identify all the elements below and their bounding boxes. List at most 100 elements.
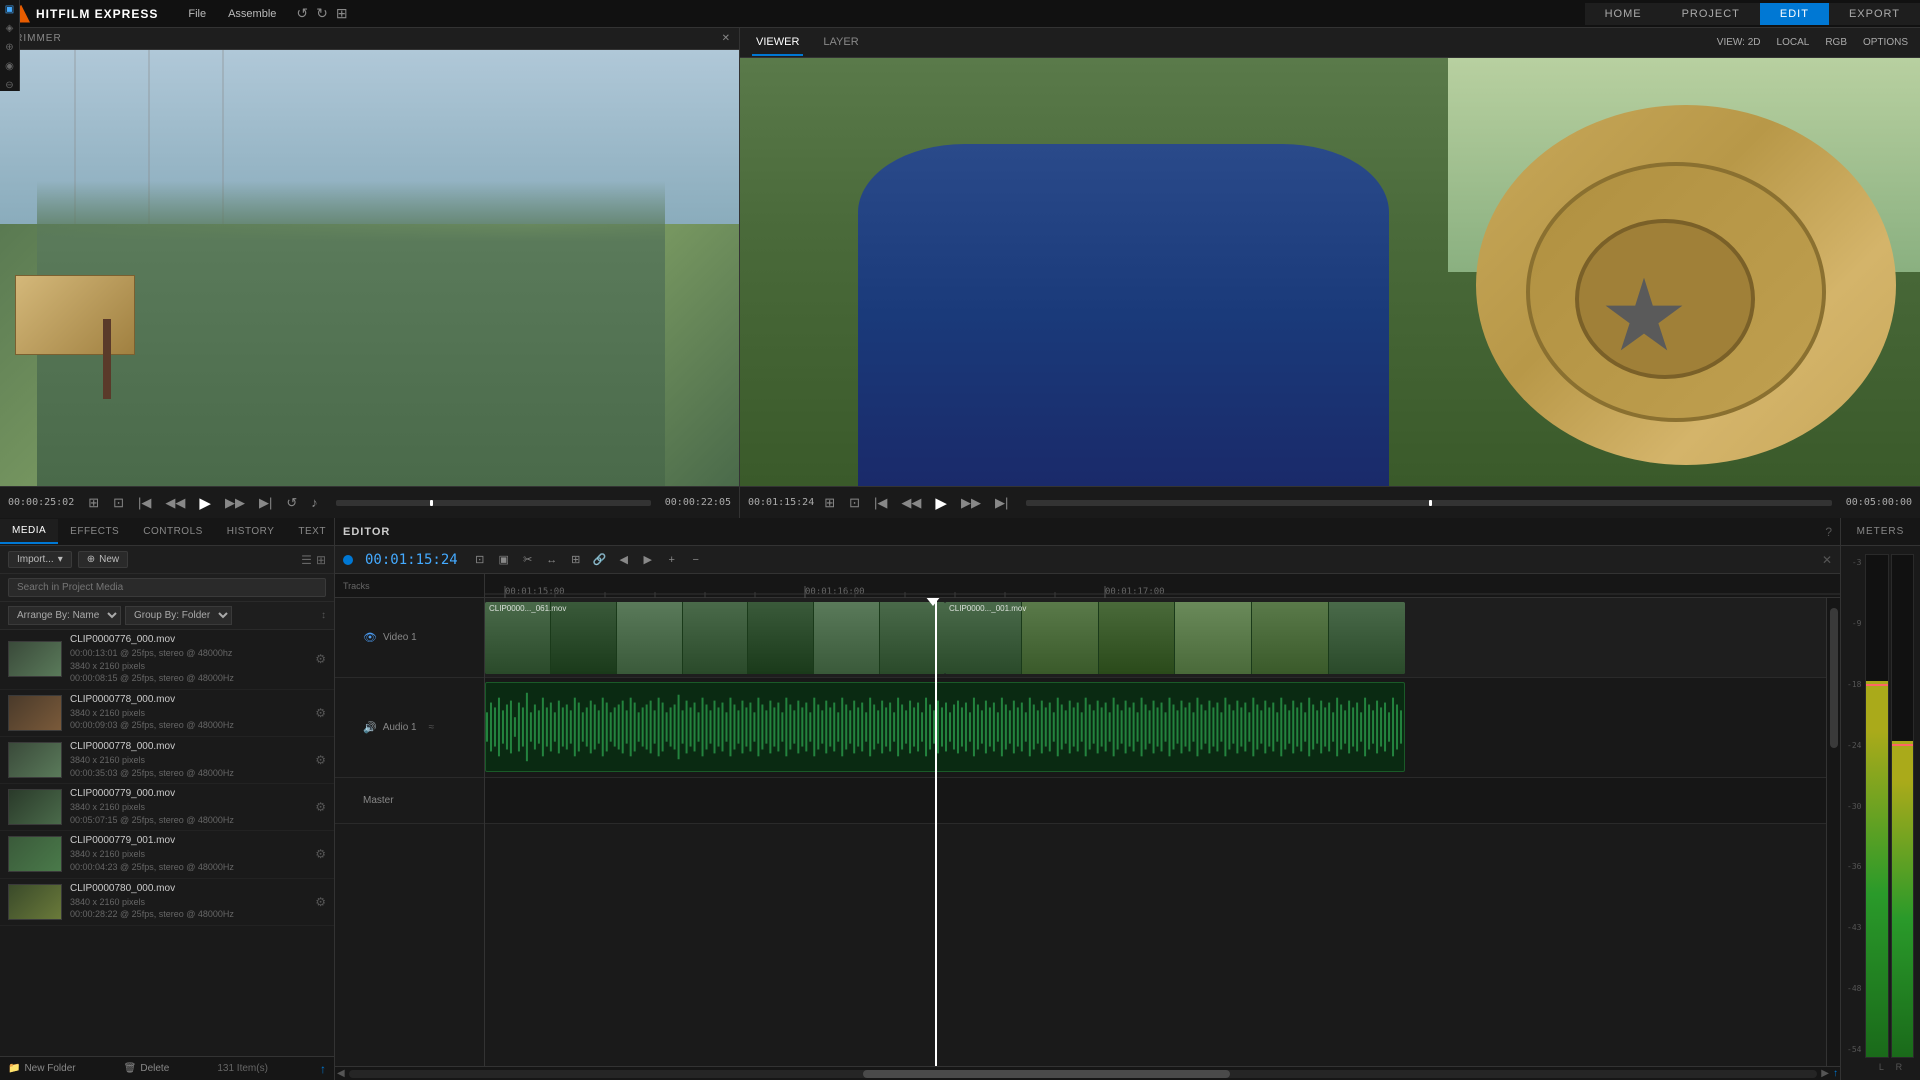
media-settings-icon[interactable]: ⚙ <box>315 706 326 720</box>
video-clip-1[interactable]: CLIP0000..._061.mov <box>485 602 945 674</box>
media-settings-icon[interactable]: ⚙ <box>315 652 326 666</box>
video-visibility-icon[interactable]: 👁 <box>363 631 377 644</box>
h-scroll-track[interactable] <box>349 1070 1818 1078</box>
media-meta: 00:00:28:22 @ 25fps, stereo @ 48000Hz <box>70 908 307 921</box>
new-folder-button[interactable]: 📁 New Folder <box>8 1063 76 1074</box>
media-settings-icon[interactable]: ⚙ <box>315 895 326 909</box>
tool-next[interactable]: ▶ <box>638 550 658 570</box>
search-input[interactable] <box>8 578 326 597</box>
tool-remove[interactable]: − <box>686 550 706 570</box>
tool-add[interactable]: + <box>662 550 682 570</box>
list-item[interactable]: CLIP0000779_000.mov 3840 x 2160 pixels 0… <box>0 784 334 831</box>
audio-track-row[interactable] <box>485 678 1826 778</box>
list-view-btn[interactable]: ☰ <box>301 553 312 567</box>
nav-home[interactable]: HOME <box>1585 3 1662 25</box>
delete-button[interactable]: 🗑 Delete <box>124 1063 170 1074</box>
playhead-head <box>925 598 941 606</box>
viewer-go-start[interactable]: |◀ <box>870 493 891 513</box>
tab-viewer[interactable]: VIEWER <box>752 30 803 56</box>
video-track-row[interactable]: CLIP0000..._061.mov <box>485 598 1826 678</box>
prev-frame-btn[interactable]: ◀◀ <box>161 493 189 513</box>
tab-layer[interactable]: LAYER <box>819 30 862 56</box>
nav-project[interactable]: PROJECT <box>1662 3 1760 25</box>
view-mode-dropdown[interactable]: VIEW: 2D <box>1717 37 1761 48</box>
sort-icon[interactable]: ↕ <box>321 610 326 621</box>
record-indicator <box>343 555 353 565</box>
menu-file[interactable]: File <box>178 4 216 24</box>
scroll-right-btn[interactable]: ▶ <box>1821 1068 1829 1079</box>
tab-history[interactable]: HISTORY <box>215 520 287 543</box>
play-btn[interactable]: ▶ <box>195 492 215 514</box>
options-dropdown[interactable]: OPTIONS <box>1863 37 1908 48</box>
tab-controls[interactable]: CONTROLS <box>131 520 215 543</box>
editor-settings-icon[interactable]: ? <box>1825 525 1832 539</box>
v-scrollbar[interactable] <box>1826 598 1840 1066</box>
viewer-out-btn[interactable]: ⊡ <box>845 493 864 513</box>
tool-link[interactable]: 🔗 <box>590 550 610 570</box>
nav-export[interactable]: EXPORT <box>1829 3 1920 25</box>
list-item[interactable]: CLIP0000776_000.mov 00:00:13:01 @ 25fps,… <box>0 630 334 690</box>
list-item[interactable]: CLIP0000780_000.mov 3840 x 2160 pixels 0… <box>0 879 334 926</box>
loop-btn[interactable]: ↺ <box>282 493 301 513</box>
media-list: CLIP0000776_000.mov 00:00:13:01 @ 25fps,… <box>0 630 334 1056</box>
scroll-left-btn[interactable]: ◀ <box>337 1068 345 1079</box>
nav-edit[interactable]: EDIT <box>1760 3 1829 25</box>
rgb-dropdown[interactable]: RGB <box>1825 37 1847 48</box>
audio-expand-icon[interactable]: ≈ <box>429 722 435 733</box>
arrange-select[interactable]: Arrange By: Name <box>8 606 121 625</box>
in-point-btn[interactable]: ⊞ <box>84 493 103 513</box>
menu-assemble[interactable]: Assemble <box>218 4 286 24</box>
viewer-play[interactable]: ▶ <box>931 492 951 514</box>
media-settings-icon[interactable]: ⚙ <box>315 753 326 767</box>
new-button[interactable]: ⊕ New <box>78 551 128 568</box>
tool-snap[interactable]: ⊞ <box>566 550 586 570</box>
redo-icon[interactable]: ↻ <box>316 5 328 22</box>
go-start-btn[interactable]: |◀ <box>134 493 155 513</box>
viewer-go-end[interactable]: ▶| <box>991 493 1012 513</box>
tool-track[interactable]: ▣ <box>494 550 514 570</box>
menu-bar: File Assemble ↺ ↻ ⊞ <box>170 4 363 24</box>
media-settings-icon[interactable]: ⚙ <box>315 847 326 861</box>
audio-btn[interactable]: ♪ <box>307 493 322 512</box>
list-item[interactable]: CLIP0000778_000.mov 3840 x 2160 pixels 0… <box>0 737 334 784</box>
editor-close-icon[interactable]: ✕ <box>1822 553 1832 567</box>
tool-razor[interactable]: ✂ <box>518 550 538 570</box>
grid-icon[interactable]: ⊞ <box>336 5 348 22</box>
scale-label: -36 <box>1847 862 1861 871</box>
out-point-btn[interactable]: ⊡ <box>109 493 128 513</box>
undo-icon[interactable]: ↺ <box>296 5 308 22</box>
next-frame-btn[interactable]: ▶▶ <box>221 493 249 513</box>
list-item[interactable]: CLIP0000778_000.mov 3840 x 2160 pixels 0… <box>0 690 334 737</box>
grid-view-btn[interactable]: ⊞ <box>316 553 326 567</box>
go-end-btn[interactable]: ▶| <box>255 493 276 513</box>
media-thumb <box>8 884 62 920</box>
viewer-prev-frame[interactable]: ◀◀ <box>897 493 925 513</box>
tool-select[interactable]: ⊡ <box>470 550 490 570</box>
tab-text[interactable]: TEXT <box>286 520 338 543</box>
tool-prev[interactable]: ◀ <box>614 550 634 570</box>
video-clip-2[interactable]: CLIP0000..._001.mov <box>945 602 1405 674</box>
trimmer-scrubbar[interactable] <box>336 500 651 506</box>
tab-effects[interactable]: EFFECTS <box>58 520 131 543</box>
media-name: CLIP0000779_001.mov <box>70 835 307 846</box>
viewer-in-btn[interactable]: ⊞ <box>820 493 839 513</box>
audio-clip-1[interactable] <box>485 682 1405 772</box>
list-item[interactable]: CLIP0000779_001.mov 3840 x 2160 pixels 0… <box>0 831 334 878</box>
import-button[interactable]: Import... ▾ <box>8 551 72 568</box>
trimmer-close-icon[interactable]: ✕ <box>722 33 731 44</box>
sync-scroll-btn[interactable]: ↑ <box>1833 1068 1838 1079</box>
ruler-main[interactable]: 00:01:15:00 00:01:16:00 00:01:17:00 <box>485 574 1840 597</box>
view-toggle: ☰ ⊞ <box>301 553 326 567</box>
sync-icon[interactable]: ↑ <box>320 1062 326 1076</box>
editor-toolbar: 00:01:15:24 ⊡ ▣ ✂ ↔ ⊞ 🔗 ◀ ▶ + − ✕ <box>335 546 1840 574</box>
viewer-scrubbar[interactable] <box>1026 500 1831 506</box>
audio-mute-icon[interactable]: 🔊 <box>363 721 377 734</box>
meter-lr-labels: L R <box>1845 1062 1916 1076</box>
viewer-next-frame[interactable]: ▶▶ <box>957 493 985 513</box>
media-settings-icon[interactable]: ⚙ <box>315 800 326 814</box>
media-thumb <box>8 641 62 677</box>
tab-media[interactable]: MEDIA <box>0 519 58 544</box>
group-select[interactable]: Group By: Folder <box>125 606 232 625</box>
local-dropdown[interactable]: LOCAL <box>1777 37 1810 48</box>
tool-slip[interactable]: ↔ <box>542 550 562 570</box>
